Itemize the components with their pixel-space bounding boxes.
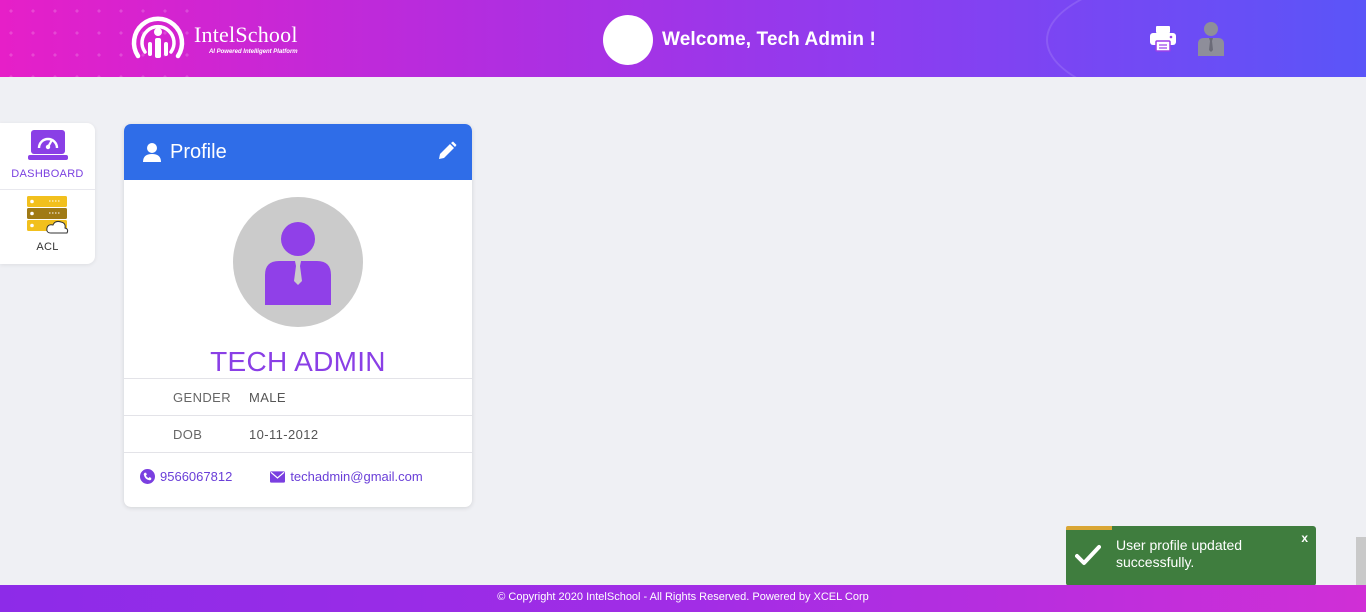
server-cloud-icon <box>26 196 68 234</box>
user-icon <box>143 143 161 162</box>
profile-card-header: Profile <box>124 124 472 180</box>
info-value: MALE <box>249 389 287 405</box>
profile-card-title: Profile <box>170 140 227 163</box>
person-avatar-icon <box>265 222 331 305</box>
logo-title: IntelSchool <box>194 21 298 47</box>
side-navigation: DASHBOARD ACL <box>0 123 95 264</box>
sidebar-item-acl[interactable]: ACL <box>0 189 95 263</box>
welcome-text: Welcome, Tech Admin ! <box>662 29 876 50</box>
dashboard-icon <box>27 130 68 160</box>
toast-close-button[interactable]: x <box>1301 531 1308 545</box>
intelschool-logo-icon <box>131 16 185 59</box>
toast-progress-bar <box>1066 526 1112 530</box>
footer: © Copyright 2020 IntelSchool - All Right… <box>0 585 1366 612</box>
phone-link[interactable]: 9566067812 <box>140 469 232 484</box>
info-row-dob: DOB 10-11-2012 <box>124 415 472 452</box>
print-icon[interactable] <box>1148 23 1178 53</box>
phone-icon <box>140 469 155 484</box>
scrollbar-thumb[interactable] <box>1356 537 1366 585</box>
envelope-icon <box>270 470 286 483</box>
footer-copyright: © Copyright 2020 IntelSchool - All Right… <box>497 591 869 603</box>
profile-card: Profile TECH ADMIN GENDER MALE DOB 10-11… <box>124 124 472 507</box>
profile-name: TECH ADMIN <box>210 346 386 377</box>
info-row-gender: GENDER MALE <box>124 378 472 415</box>
sidebar-item-label: DASHBOARD <box>11 168 84 180</box>
check-icon <box>1075 545 1101 565</box>
logo[interactable]: IntelSchool AI Powered Intelligent Platf… <box>128 12 298 66</box>
info-key: DOB <box>173 426 203 442</box>
info-key: GENDER <box>173 389 232 405</box>
sidebar-item-label: ACL <box>36 241 59 253</box>
contact-row: 9566067812 techadmin@gmail.com <box>124 452 472 500</box>
success-toast: User profile updated successfully. x <box>1066 526 1316 586</box>
email-link[interactable]: techadmin@gmail.com <box>270 469 423 484</box>
sidebar-item-dashboard[interactable]: DASHBOARD <box>0 123 95 189</box>
edit-icon[interactable] <box>437 141 457 161</box>
email-address: techadmin@gmail.com <box>290 469 423 484</box>
info-value: 10-11-2012 <box>249 426 319 442</box>
top-header: IntelSchool AI Powered Intelligent Platf… <box>0 0 1366 77</box>
header-avatar[interactable] <box>603 15 653 65</box>
toast-message: User profile updated successfully. <box>1116 537 1243 570</box>
profile-avatar <box>233 197 363 327</box>
user-account-icon[interactable] <box>1196 20 1226 56</box>
welcome-block: Welcome, Tech Admin ! <box>603 15 876 65</box>
header-actions <box>1148 20 1226 56</box>
phone-number: 9566067812 <box>160 469 233 484</box>
logo-tagline: AI Powered Intelligent Platform <box>208 48 298 55</box>
